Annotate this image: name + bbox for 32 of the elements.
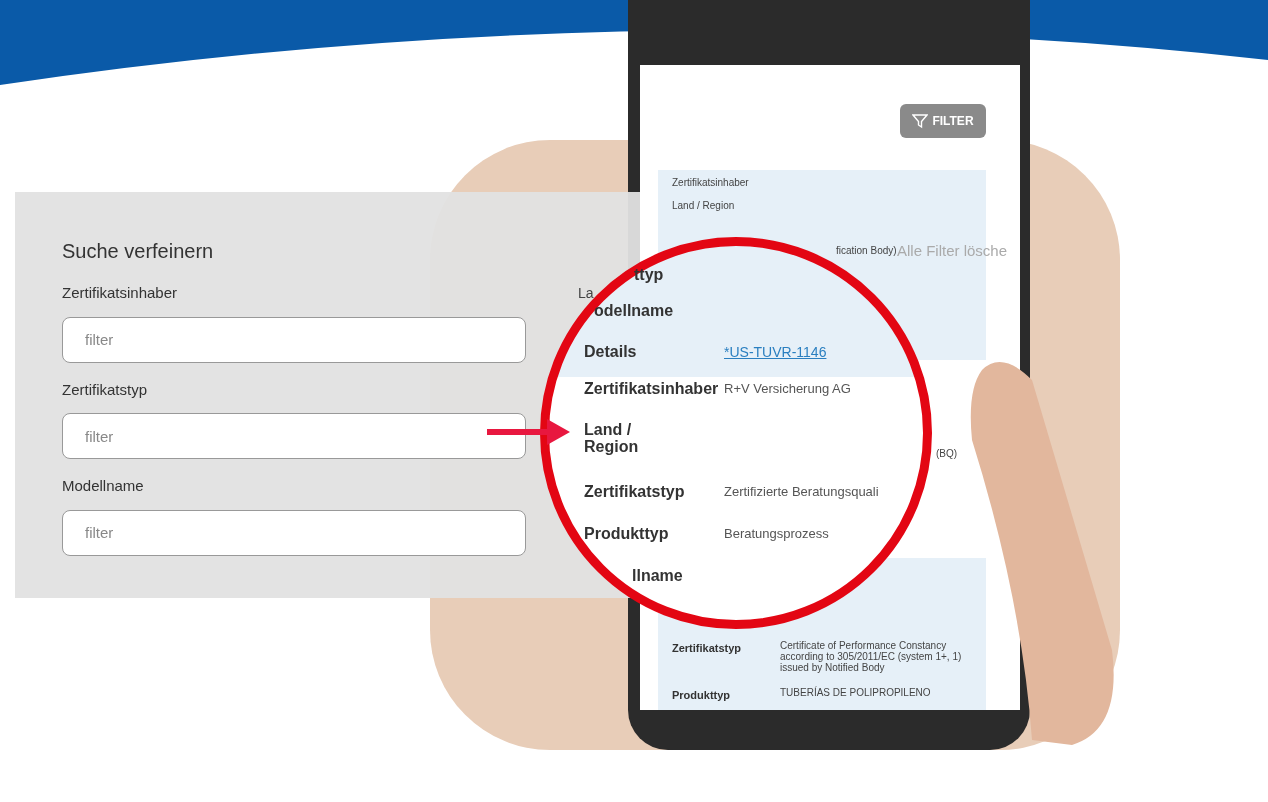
panel-title: Suche verfeinern bbox=[62, 239, 215, 264]
filter-input[interactable]: filter bbox=[62, 316, 526, 363]
detail-label: ttyp bbox=[634, 266, 665, 284]
detail-label: Land / Region bbox=[584, 422, 640, 456]
detail-label: odellname bbox=[594, 302, 675, 320]
certificate-link[interactable]: *US-TUVR-1146 bbox=[724, 341, 827, 363]
field-label: Modellname bbox=[62, 476, 144, 496]
filter-button[interactable]: FILTER bbox=[900, 104, 986, 138]
filter-input[interactable]: filter bbox=[62, 413, 526, 459]
card-text: fication Body) bbox=[836, 244, 897, 258]
card-text: (BQ) bbox=[936, 447, 958, 461]
card-label: Produkttyp bbox=[672, 688, 732, 703]
card-label: Zertifikatsinhaber bbox=[672, 177, 750, 190]
card-value: Certificate of Performance Constancy according to 305/2011/EC (system 1+, 1) issued by Notified Body bbox=[780, 640, 963, 673]
card-value: TUBERÍAS DE POLIPROPILENO bbox=[780, 687, 931, 700]
detail-value: R+V Versicherung AG bbox=[724, 380, 851, 399]
detail-label: Zertifikatstyp bbox=[584, 483, 686, 501]
funnel-icon bbox=[912, 113, 929, 129]
card-label: Zertifikatstyp bbox=[672, 641, 743, 656]
detail-label: Details bbox=[584, 343, 638, 361]
detail-label: Produkttyp bbox=[584, 525, 670, 543]
card-label: Land / Region bbox=[672, 199, 736, 212]
field-label: La bbox=[578, 284, 594, 303]
field-label: Zertifikatstyp bbox=[62, 379, 148, 400]
arrow-icon bbox=[487, 419, 570, 445]
detail-label: Zertifikatsinhaber bbox=[584, 380, 720, 398]
detail-label: llname bbox=[632, 567, 684, 585]
detail-value: Zertifizierte Beratungsquali bbox=[724, 483, 879, 502]
clear-filters-link[interactable]: Alle Filter lösche bbox=[897, 240, 1008, 263]
field-label: Zertifikatsinhaber bbox=[62, 283, 178, 303]
filter-input[interactable]: filter bbox=[62, 509, 526, 556]
detail-value: Beratungsprozess bbox=[724, 525, 829, 544]
